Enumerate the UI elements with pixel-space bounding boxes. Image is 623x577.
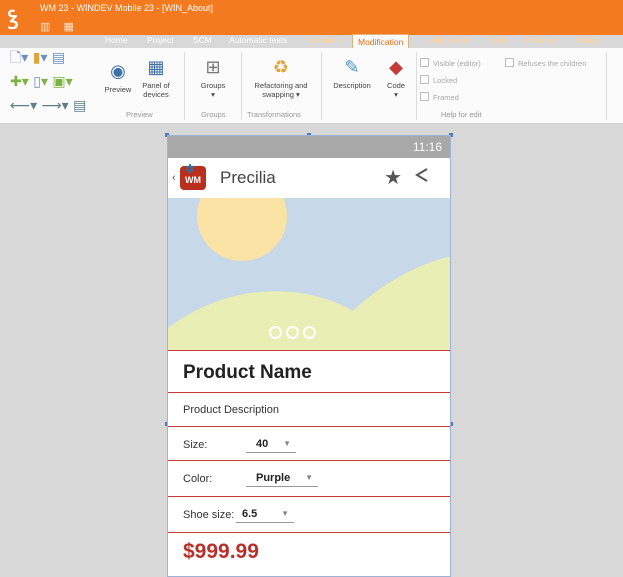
check-locked[interactable]: Locked — [420, 75, 457, 85]
eye-icon: ◉ — [110, 61, 126, 82]
windev-logo-icon: ꝣ — [8, 5, 19, 29]
carousel-dot[interactable] — [303, 326, 316, 339]
quick-access-toolbar[interactable]: ▥ ▦ — [40, 20, 79, 33]
separator — [321, 52, 322, 120]
carousel-dot[interactable] — [286, 326, 299, 339]
shoe-size-select[interactable]: 6.5 ▼ — [236, 505, 294, 523]
group-label-groups: Groups — [201, 110, 226, 119]
code-button[interactable]: ◆ Code ▾ — [380, 57, 412, 100]
app-title: Precilia — [220, 168, 276, 187]
code-icon: ◆ — [389, 57, 403, 78]
separator — [416, 52, 417, 120]
back-icon[interactable]: ‹ — [172, 172, 176, 184]
chevron-down-icon: ▼ — [283, 439, 291, 448]
product-description-row: Product Description — [168, 393, 450, 427]
title-bar: ꝣ WM 23 - WINDEV Mobile 23 - [WIN_About]… — [0, 0, 623, 49]
carousel-indicator[interactable] — [269, 326, 320, 341]
app-bar: ‹ ✲ WM Precilia ★ — [168, 158, 450, 198]
new-file-icon[interactable]: 🗋▾ ▮▾ ▤ — [10, 50, 65, 66]
tab-modification[interactable]: Modification — [352, 34, 410, 49]
status-time: 11:16 — [412, 140, 442, 154]
tab-home[interactable]: Home — [105, 33, 128, 47]
shoe-size-label: Shoe size: — [183, 509, 235, 521]
groups-icon: ⊞ — [205, 57, 221, 78]
tab-window[interactable]: Window — [525, 33, 555, 47]
separator — [184, 52, 185, 120]
star-icon[interactable]: ★ — [384, 165, 402, 189]
recycle-icon: ♻ — [272, 57, 290, 78]
preview-button[interactable]: ◉ Preview — [101, 61, 135, 95]
size-row: Size: 40 ▼ — [168, 427, 450, 461]
status-bar: 11:16 — [168, 136, 450, 158]
tab-alignment[interactable]: Alignment — [430, 33, 468, 47]
product-name: Product Name — [183, 362, 312, 383]
group-label-help-for-edit: Help for edit — [441, 110, 482, 119]
chevron-down-icon: ▼ — [281, 509, 289, 518]
product-name-row: Product Name — [168, 350, 450, 393]
tab-display[interactable]: Display — [575, 33, 603, 47]
color-select[interactable]: Purple ▼ — [246, 469, 318, 487]
description-icon: ✎ — [344, 57, 360, 78]
check-visible-editor[interactable]: Visible (editor) — [420, 58, 481, 68]
color-row: Color: Purple ▼ — [168, 461, 450, 497]
share-icon[interactable] — [414, 166, 430, 184]
separator — [241, 52, 242, 120]
shoe-size-row: Shoe size: 6.5 ▼ — [168, 497, 450, 533]
tab-creation[interactable]: Creation — [309, 33, 341, 47]
color-label: Color: — [183, 473, 213, 485]
check-refuses-children[interactable]: Refuses the children — [505, 58, 586, 68]
refactoring-button[interactable]: ♻ Refactoring and swapping ▾ — [246, 57, 316, 100]
android-icon[interactable]: ✚▾ ▯▾ ▣▾ — [10, 74, 73, 90]
tab-project[interactable]: Project — [147, 33, 173, 47]
carousel-dot[interactable] — [269, 326, 282, 339]
product-description: Product Description — [183, 404, 279, 416]
description-button[interactable]: ✎ Description — [327, 57, 377, 91]
device-preview[interactable]: 11:16 ‹ ✲ WM Precilia ★ Product Name Pro… — [167, 135, 451, 577]
panel-of-devices-button[interactable]: ▦ Panel of devices — [138, 57, 174, 100]
check-framed[interactable]: Framed — [420, 92, 459, 102]
hero-image — [168, 198, 450, 350]
separator — [606, 52, 607, 120]
undo-redo-icon[interactable]: ⟵▾ ⟶▾ ▤ — [10, 98, 86, 114]
group-label-transformations: Transformations — [247, 110, 301, 119]
chevron-down-icon: ▼ — [305, 473, 313, 482]
size-select[interactable]: 40 ▼ — [246, 435, 296, 453]
ribbon: 🗋▾ ▮▾ ▤ ✚▾ ▯▾ ▣▾ ⟵▾ ⟶▾ ▤ ◉ Preview ▦ Pan… — [0, 48, 623, 124]
groups-button[interactable]: ⊞ Groups ▾ — [193, 57, 233, 100]
size-label: Size: — [183, 439, 208, 451]
tab-automatic-tests[interactable]: Automatic tests — [229, 33, 287, 47]
gear-icon: ✲ — [185, 162, 196, 176]
group-label-preview: Preview — [126, 110, 153, 119]
ribbon-tabs: Home Project SCM Automatic tests Creatio… — [0, 33, 623, 49]
tab-style[interactable]: Style — [489, 33, 508, 47]
price: $999.99 — [183, 540, 259, 563]
app-logo: ✲ WM — [180, 162, 206, 190]
tab-scm[interactable]: SCM — [193, 33, 212, 47]
window-title: WM 23 - WINDEV Mobile 23 - [WIN_About] — [40, 3, 214, 13]
devices-icon: ▦ — [147, 57, 165, 78]
